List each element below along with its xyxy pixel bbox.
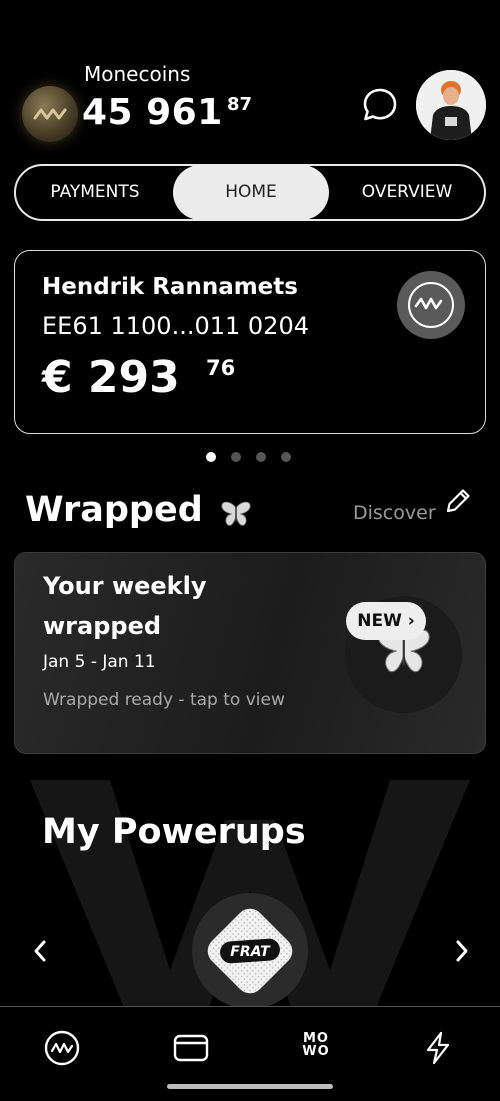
monecoin-icon — [22, 86, 78, 142]
chat-bubble-icon[interactable] — [361, 86, 399, 124]
discover-link[interactable]: Discover — [353, 502, 436, 524]
account-balance-cents: 76 — [206, 356, 236, 380]
tab-overview[interactable]: OVERVIEW — [328, 166, 486, 219]
coins-label: Monecoins — [84, 62, 191, 86]
tab-home[interactable]: HOME — [173, 165, 329, 220]
wrapped-card-title: Your weekly wrapped — [43, 572, 207, 640]
wrapped-card-dates: Jan 5 - Jan 11 — [43, 652, 156, 672]
account-iban: EE61 1100...011 0204 — [42, 312, 309, 340]
mowo-nav-button[interactable]: MO WO — [296, 1032, 336, 1058]
account-holder-name: Hendrik Rannamets — [42, 274, 298, 300]
coins-cents: 87 — [227, 94, 253, 115]
pencil-icon[interactable] — [443, 486, 473, 516]
chevron-right-icon[interactable] — [452, 938, 472, 964]
new-badge: NEW › — [346, 602, 426, 640]
section-title-wrapped: Wrapped — [25, 490, 203, 530]
coins-balance: 45 961 — [82, 92, 223, 133]
system-home-indicator[interactable] — [167, 1084, 333, 1089]
card-pager — [206, 447, 306, 466]
avatar[interactable] — [416, 70, 486, 140]
nav-home-wave-icon[interactable] — [44, 1030, 80, 1066]
pager-dot[interactable] — [206, 452, 216, 462]
powerup-frat[interactable]: FRAT — [192, 893, 308, 1009]
powerup-frat-label: FRAT — [230, 944, 271, 960]
account-balance: € 293 — [42, 352, 180, 403]
chevron-left-icon[interactable] — [30, 938, 50, 964]
butterfly-icon — [220, 500, 252, 528]
tab-payments[interactable]: PAYMENTS — [16, 166, 174, 219]
pager-dot[interactable] — [256, 452, 266, 462]
section-title-powerups: My Powerups — [42, 812, 306, 852]
card-icon[interactable] — [173, 1030, 209, 1066]
mowo-label-bottom: WO — [302, 1044, 330, 1059]
segmented-tabs: PAYMENTS HOME OVERVIEW — [14, 164, 486, 221]
wrapped-card-status: Wrapped ready - tap to view — [43, 690, 285, 710]
pager-dot[interactable] — [231, 452, 241, 462]
lightning-icon[interactable] — [420, 1030, 456, 1066]
pager-dot[interactable] — [281, 452, 291, 462]
wave-logo-icon — [397, 271, 465, 339]
